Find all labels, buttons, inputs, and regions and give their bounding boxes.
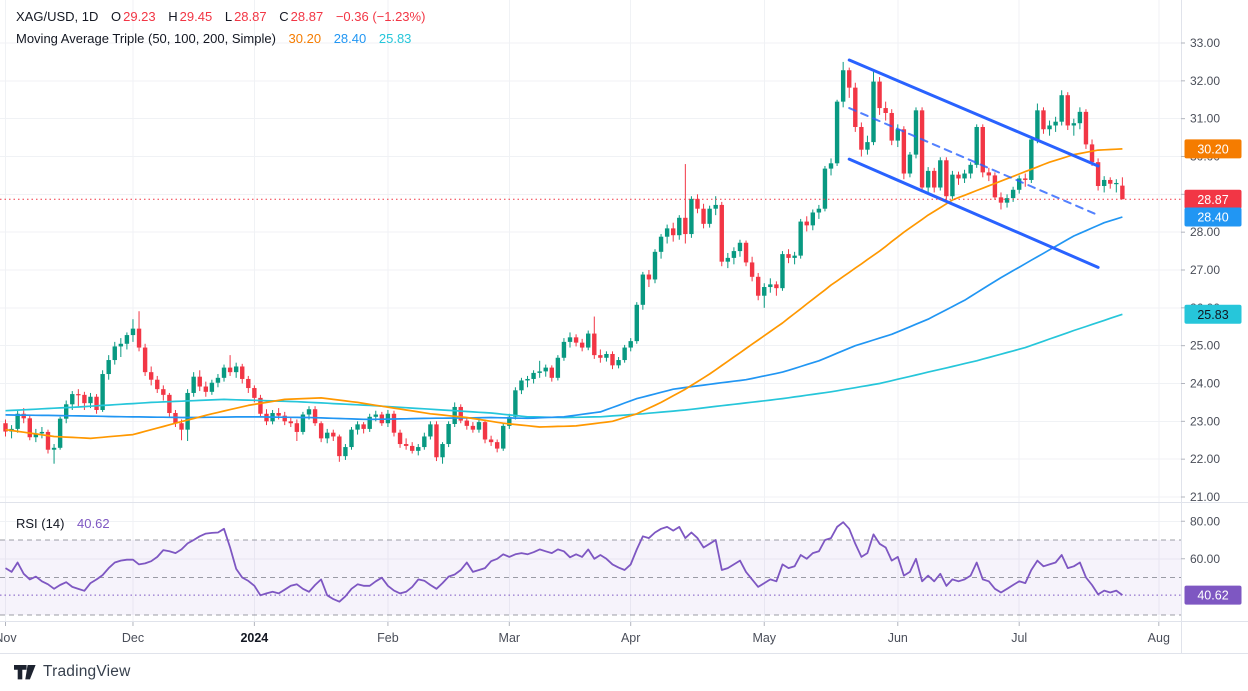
ma200-value: 25.83 <box>378 31 412 46</box>
brand-name: TradingView <box>43 663 131 680</box>
symbol-legend[interactable]: XAG/USD, 1D O 29.23 H 29.45 L 28.87 C 28.87 … <box>16 9 425 24</box>
ohlc-high-label: H <box>168 9 178 24</box>
tradingview-attribution[interactable]: TradingView <box>14 660 131 684</box>
change-value: −0.36 (−1.23%) <box>335 9 426 24</box>
ohlc-low-label: L <box>224 9 233 24</box>
ohlc-close-value: 28.87 <box>290 9 324 24</box>
tradingview-chart-window: 21.0022.0023.0024.0025.0026.0027.0028.00… <box>0 0 1248 691</box>
indicator-title: Moving Average Triple (50, 100, 200, Sim… <box>16 31 276 46</box>
indicator-legend[interactable]: Moving Average Triple (50, 100, 200, Sim… <box>16 31 411 46</box>
ohlc-open-value: 29.23 <box>123 9 156 24</box>
rsi-pane[interactable] <box>0 503 1181 621</box>
ma100-value: 28.40 <box>333 31 367 46</box>
ohlc-low-value: 28.87 <box>234 9 267 24</box>
symbol-title: XAG/USD, 1D <box>16 9 99 24</box>
price-pane[interactable] <box>0 0 1181 502</box>
rsi-title: RSI (14) <box>16 516 65 531</box>
rsi-legend[interactable]: RSI (14) 40.62 <box>16 516 110 531</box>
price-scale-axis[interactable] <box>1181 0 1248 621</box>
ohlc-open-label: O <box>110 9 122 24</box>
rsi-value: 40.62 <box>77 516 110 531</box>
time-scale-axis[interactable] <box>0 622 1248 654</box>
ohlc-high-value: 29.45 <box>179 9 213 24</box>
tradingview-logo-icon <box>14 664 36 679</box>
ma50-value: 30.20 <box>288 31 322 46</box>
ohlc-close-label: C <box>279 9 289 24</box>
